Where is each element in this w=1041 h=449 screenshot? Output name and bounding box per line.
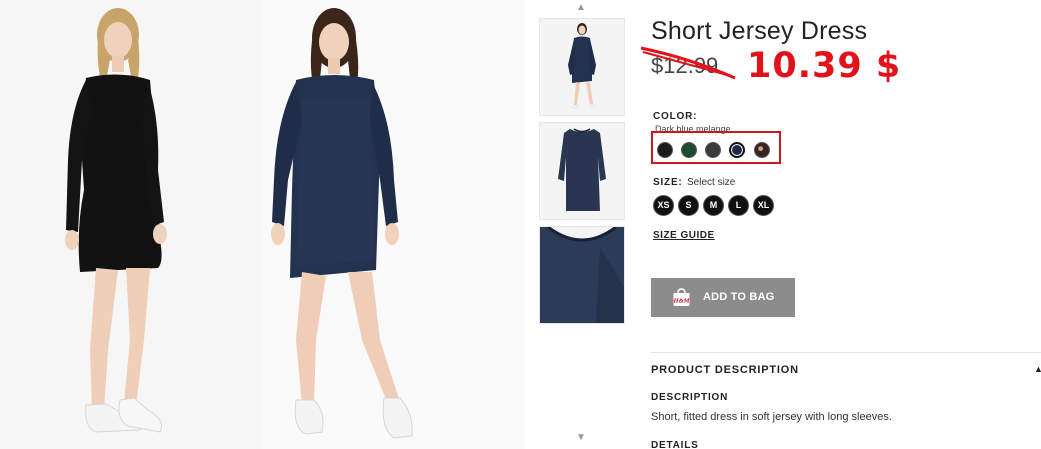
color-swatch-dark-green[interactable] [681, 142, 697, 158]
color-swatch-dark-grey[interactable] [705, 142, 721, 158]
thumbnail-strip: ▲ ▼ [536, 0, 628, 449]
product-page: ▲ ▼ Short Jersey Dress $12.99 10.39 $ CO… [0, 0, 1041, 449]
add-to-bag-button[interactable]: H&M ADD TO BAG [651, 278, 795, 317]
size-option-xl[interactable]: XL [753, 195, 774, 216]
size-guide-link[interactable]: SIZE GUIDE [653, 230, 715, 241]
chevron-up-icon[interactable]: ▲ [576, 3, 586, 13]
color-swatch-group [651, 131, 781, 164]
add-to-bag-label: ADD TO BAG [703, 291, 775, 303]
model-black-dress-illustration [65, 8, 167, 433]
size-option-s[interactable]: S [678, 195, 699, 216]
hm-bag-icon: H&M [673, 288, 690, 306]
collapse-arrow-icon[interactable]: ▲ [1034, 364, 1041, 374]
model-blue-dress-illustration [271, 8, 413, 439]
size-option-m[interactable]: M [703, 195, 724, 216]
description-text: Short, fitted dress in soft jersey with … [651, 411, 892, 423]
thumbnail-flat-dress-illustration [558, 128, 606, 211]
thumbnail-detail-closeup[interactable] [539, 226, 625, 324]
new-price: 10.39 $ [747, 46, 902, 86]
thumbnail-flat-dress[interactable] [539, 122, 625, 220]
color-label: COLOR: [653, 111, 698, 122]
color-swatch-patterned[interactable] [754, 142, 770, 158]
thumbnail-full-dress-illustration [568, 23, 596, 109]
product-title: Short Jersey Dress [651, 17, 868, 45]
thumbnail-full-dress[interactable] [539, 18, 625, 116]
product-description-header[interactable]: PRODUCT DESCRIPTION [651, 364, 799, 376]
size-option-xs[interactable]: XS [653, 195, 674, 216]
size-hint: Select size [687, 177, 736, 188]
chevron-down-icon[interactable]: ▼ [576, 433, 586, 443]
main-image-blue-dress[interactable] [262, 0, 526, 449]
thumbnail-detail-illustration [540, 227, 624, 323]
svg-text:H&M: H&M [673, 298, 690, 305]
main-image-black-dress[interactable] [0, 0, 262, 449]
size-label: SIZE: [653, 177, 683, 188]
price-strikethrough-mark [640, 46, 736, 80]
details-label[interactable]: DETAILS [651, 440, 699, 449]
color-swatch-black[interactable] [657, 142, 673, 158]
size-option-l[interactable]: L [728, 195, 749, 216]
section-divider [651, 352, 1041, 353]
description-label: DESCRIPTION [651, 392, 729, 403]
product-info-panel: Short Jersey Dress $12.99 10.39 $ COLOR:… [640, 0, 1041, 449]
color-swatch-dark-blue-melange[interactable] [729, 142, 745, 158]
